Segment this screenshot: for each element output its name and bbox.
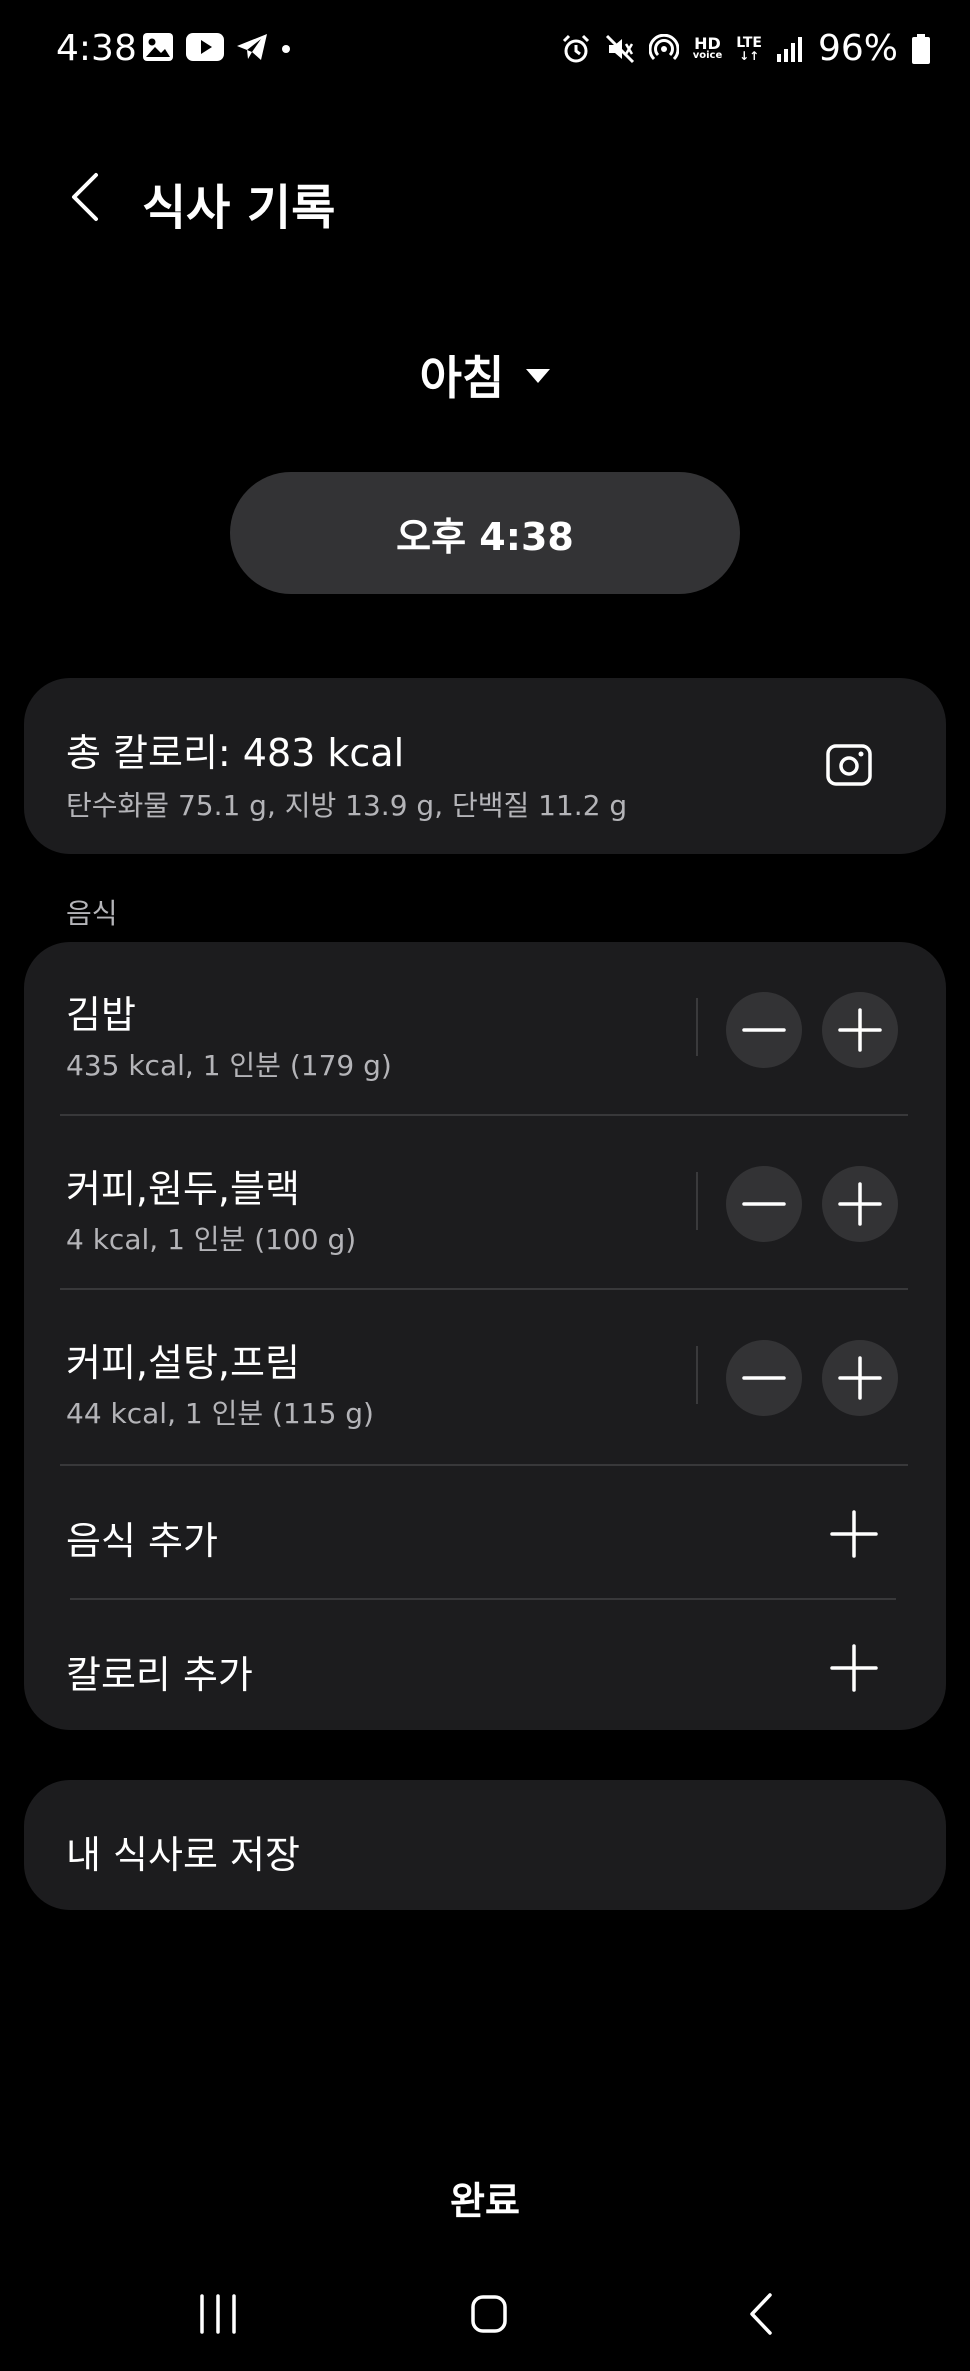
- signal-icon: [776, 36, 802, 62]
- mute-icon: [605, 34, 634, 63]
- youtube-icon: [186, 33, 224, 61]
- page-title: 식사 기록: [142, 180, 336, 236]
- battery-percent: 96%: [817, 28, 898, 69]
- increase-button[interactable]: [822, 992, 898, 1068]
- hd-voice-icon: HD voice: [692, 33, 723, 61]
- divider: [696, 1346, 698, 1404]
- total-calories: 총 칼로리: 483 kcal: [66, 731, 405, 775]
- more-notifications-icon: [282, 45, 290, 53]
- meal-time-button[interactable]: 오후 4:38: [230, 472, 740, 594]
- food-item[interactable]: 김밥 435 kcal, 1 인분 (179 g): [24, 942, 946, 1116]
- minus-icon: [742, 1028, 786, 1032]
- food-name: 커피,원두,블랙: [66, 1167, 300, 1211]
- done-button[interactable]: 완료: [0, 2170, 970, 2225]
- divider: [696, 998, 698, 1056]
- food-detail: 435 kcal, 1 인분 (179 g): [66, 1049, 392, 1082]
- increase-button[interactable]: [822, 1340, 898, 1416]
- camera-icon: [826, 744, 872, 786]
- decrease-button[interactable]: [726, 992, 802, 1068]
- plus-icon: [830, 1510, 878, 1558]
- food-item[interactable]: 커피,원두,블랙 4 kcal, 1 인분 (100 g): [24, 1116, 946, 1290]
- status-bar: 4:38 HD voice LTE ↓↑ 96%: [0, 0, 970, 104]
- meal-type-dropdown[interactable]: 아침: [0, 342, 970, 408]
- gallery-icon: [143, 33, 173, 61]
- increase-button[interactable]: [822, 1166, 898, 1242]
- back-button[interactable]: [60, 162, 110, 232]
- food-detail: 44 kcal, 1 인분 (115 g): [66, 1397, 374, 1430]
- save-as-my-meal-button[interactable]: 내 식사로 저장: [24, 1780, 946, 1910]
- food-item[interactable]: 커피,설탕,프림 44 kcal, 1 인분 (115 g): [24, 1290, 946, 1464]
- telegram-icon: [237, 34, 267, 60]
- plus-icon: [838, 1356, 882, 1400]
- back-nav-icon[interactable]: [746, 2292, 776, 2336]
- food-name: 커피,설탕,프림: [66, 1341, 300, 1385]
- meal-type-label: 아침: [419, 351, 505, 405]
- status-time: 4:38: [56, 28, 137, 69]
- chevron-left-icon: [72, 173, 98, 221]
- notification-icons: [142, 32, 292, 62]
- divider: [696, 1172, 698, 1230]
- home-icon[interactable]: [470, 2294, 508, 2334]
- caret-down-icon: [526, 369, 551, 383]
- calorie-summary-card: 총 칼로리: 483 kcal 탄수화물 75.1 g, 지방 13.9 g, …: [24, 678, 946, 854]
- food-section-label: 음식: [66, 897, 118, 930]
- decrease-button[interactable]: [726, 1340, 802, 1416]
- add-food-label: 음식 추가: [66, 1519, 218, 1563]
- food-detail: 4 kcal, 1 인분 (100 g): [66, 1223, 357, 1256]
- food-list-card: 김밥 435 kcal, 1 인분 (179 g) 커피,원두,블랙 4 kca…: [24, 942, 946, 1730]
- hotspot-icon: [648, 33, 679, 60]
- lte-icon: LTE ↓↑: [736, 34, 762, 63]
- nutrient-breakdown: 탄수화물 75.1 g, 지방 13.9 g, 단백질 11.2 g: [66, 789, 628, 822]
- alarm-icon: [562, 34, 589, 62]
- add-food-row[interactable]: 음식 추가: [24, 1466, 946, 1598]
- add-calorie-label: 칼로리 추가: [66, 1653, 253, 1697]
- system-icons: HD voice LTE ↓↑ 96%: [561, 28, 930, 69]
- decrease-button[interactable]: [726, 1166, 802, 1242]
- recent-apps-icon[interactable]: [198, 2294, 238, 2334]
- navigation-bar: [0, 2270, 970, 2360]
- food-name: 김밥: [66, 993, 136, 1037]
- add-calorie-row[interactable]: 칼로리 추가: [24, 1600, 946, 1732]
- photo-button[interactable]: [824, 740, 874, 790]
- plus-icon: [838, 1008, 882, 1052]
- battery-icon: [912, 33, 930, 64]
- save-as-my-meal-label: 내 식사로 저장: [66, 1833, 300, 1877]
- minus-icon: [742, 1202, 786, 1206]
- plus-icon: [838, 1182, 882, 1226]
- minus-icon: [742, 1376, 786, 1380]
- plus-icon: [830, 1644, 878, 1692]
